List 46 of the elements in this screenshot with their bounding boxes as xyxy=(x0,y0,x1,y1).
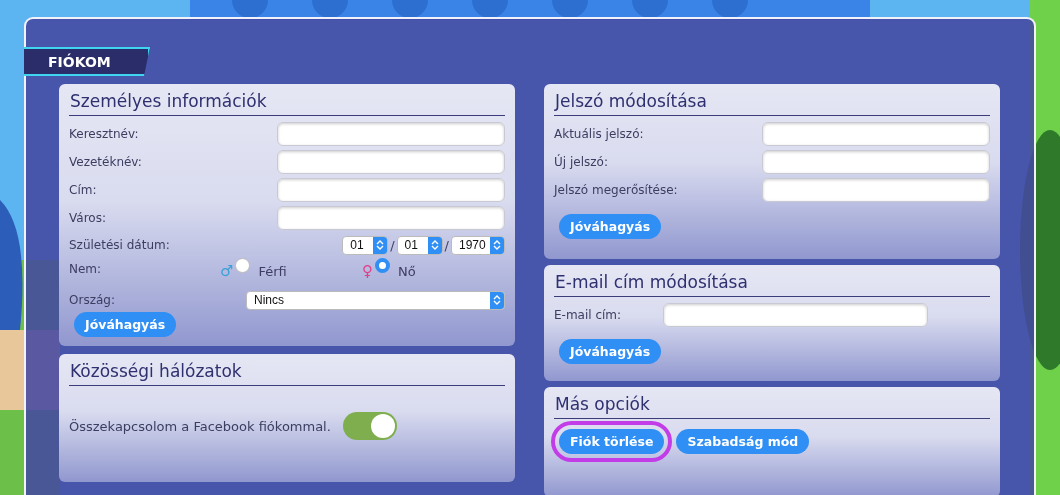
confirm-button[interactable]: Jóváhagyás xyxy=(74,312,177,337)
radio-button[interactable] xyxy=(375,258,390,273)
input-field[interactable] xyxy=(762,150,990,174)
field-label: Aktuális jelszó: xyxy=(554,127,645,141)
toggle-label: Összekapcsolom a Facebook fiókommal. xyxy=(69,418,331,434)
confirm-button[interactable]: Jóváhagyás xyxy=(559,339,662,364)
toggle-switch[interactable] xyxy=(342,412,397,440)
gender-symbol: ♀ xyxy=(362,262,373,280)
field-label: Jelszó megerősítése: xyxy=(554,183,679,197)
field-label: Nem: xyxy=(69,262,102,278)
field-label: Város: xyxy=(69,211,107,225)
field-label: Vezetéknév: xyxy=(69,155,143,169)
date-separator: / xyxy=(444,237,449,253)
section-title: Más opciók xyxy=(554,393,990,419)
radio-button[interactable] xyxy=(235,258,251,273)
date-select[interactable]: 01 xyxy=(342,235,389,255)
gender-symbol: ♂ xyxy=(220,262,234,280)
section-title: Személyes információk xyxy=(69,90,505,116)
input-field[interactable] xyxy=(277,206,505,230)
field-label: Ország: xyxy=(69,293,115,307)
country-select[interactable]: Nincs xyxy=(246,290,505,310)
date-select[interactable]: 01 xyxy=(396,235,443,255)
chevron-icon xyxy=(490,291,504,309)
field-label: E-mail cím: xyxy=(554,308,623,322)
input-field[interactable] xyxy=(277,178,505,202)
radio-label: Férfi xyxy=(258,264,287,279)
option-button[interactable]: Szabadság mód xyxy=(676,429,810,454)
field-label: Cím: xyxy=(69,183,98,197)
chevron-icon xyxy=(373,236,388,254)
date-select[interactable]: 1970 xyxy=(451,235,505,255)
field-label: Keresztnév: xyxy=(69,127,140,141)
section-title: Jelszó módosítása xyxy=(554,90,990,116)
field-label: Születési dátum: xyxy=(69,238,170,252)
input-field[interactable] xyxy=(277,150,505,174)
input-field[interactable] xyxy=(277,122,505,146)
field-label: Új jelszó: xyxy=(554,155,609,169)
chevron-icon xyxy=(490,236,504,254)
section-title: E-mail cím módosítása xyxy=(554,271,990,297)
date-separator: / xyxy=(390,237,395,253)
input-field[interactable] xyxy=(663,303,928,327)
section-title: Közösségi hálózatok xyxy=(69,360,505,386)
chevron-icon xyxy=(427,236,442,254)
radio-label: Nő xyxy=(398,264,416,279)
input-field[interactable] xyxy=(762,178,990,202)
confirm-button[interactable]: Jóváhagyás xyxy=(559,214,662,239)
input-field[interactable] xyxy=(762,122,990,146)
